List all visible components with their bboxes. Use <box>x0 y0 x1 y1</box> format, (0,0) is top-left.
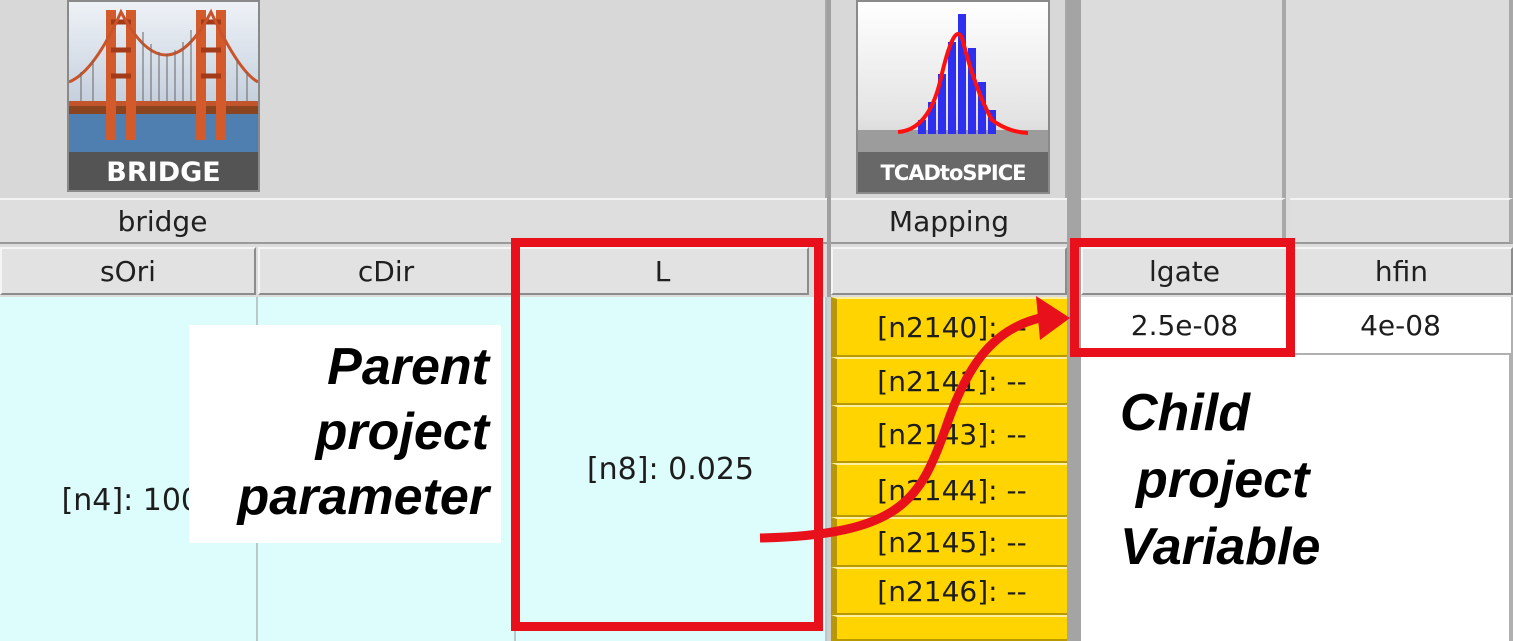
mapping-column: [n2140]: -- [n2141]: -- [n2143]: -- [n21… <box>831 297 1067 641</box>
golden-gate-bridge-icon <box>69 8 258 152</box>
mapping-node-cell[interactable]: [n2143]: -- <box>831 405 1067 463</box>
hfin-tool-panel <box>1290 0 1513 198</box>
mapping-node-cell[interactable]: [n2144]: -- <box>831 463 1067 517</box>
mapping-node-cell-partial[interactable] <box>831 615 1067 641</box>
right-border <box>1509 355 1513 641</box>
mapping-node-cell[interactable]: [n2146]: -- <box>831 567 1067 615</box>
column-header-mapping[interactable] <box>831 247 1067 295</box>
child-annotation-line: Child <box>1120 384 1250 442</box>
column-header-cDir[interactable]: cDir <box>258 247 514 295</box>
child-annotation-line: Variable <box>1120 518 1321 576</box>
parent-annotation: Parent project parameter <box>189 325 501 543</box>
highlight-box-lgate <box>1070 238 1295 357</box>
histogram-icon <box>858 14 1048 152</box>
tool-name-bridge: bridge <box>0 198 325 244</box>
mapping-node-cell[interactable]: [n2140]: -- <box>831 297 1067 357</box>
mapping-node-cell[interactable]: [n2141]: -- <box>831 357 1067 405</box>
parent-annotation-line: Parent <box>327 338 489 396</box>
mapping-node-cell[interactable]: [n2145]: -- <box>831 517 1067 567</box>
mapping-logo[interactable]: TCADtoSPICE <box>856 0 1050 194</box>
tool-name-empty-2 <box>1290 198 1513 244</box>
tool-name-mapping: Mapping <box>831 198 1067 244</box>
column-header-sOri[interactable]: sOri <box>0 247 256 295</box>
lgate-tool-panel <box>1081 0 1286 198</box>
parent-annotation-line: parameter <box>237 468 489 526</box>
cell-sOri-value[interactable]: [n4]: 100 <box>0 470 200 530</box>
bridge-logo[interactable]: BRIDGE <box>67 0 260 192</box>
child-annotation-line: project <box>1136 451 1310 509</box>
column-header-hfin[interactable]: hfin <box>1290 247 1513 295</box>
parent-annotation-line: project <box>315 403 489 461</box>
bridge-logo-caption: BRIDGE <box>69 152 258 190</box>
highlight-box-L <box>511 238 823 631</box>
mapping-logo-caption: TCADtoSPICE <box>858 152 1048 192</box>
child-annotation: Child project Variable <box>1090 380 1390 580</box>
cell-hfin-value[interactable]: 4e-08 <box>1290 297 1513 355</box>
